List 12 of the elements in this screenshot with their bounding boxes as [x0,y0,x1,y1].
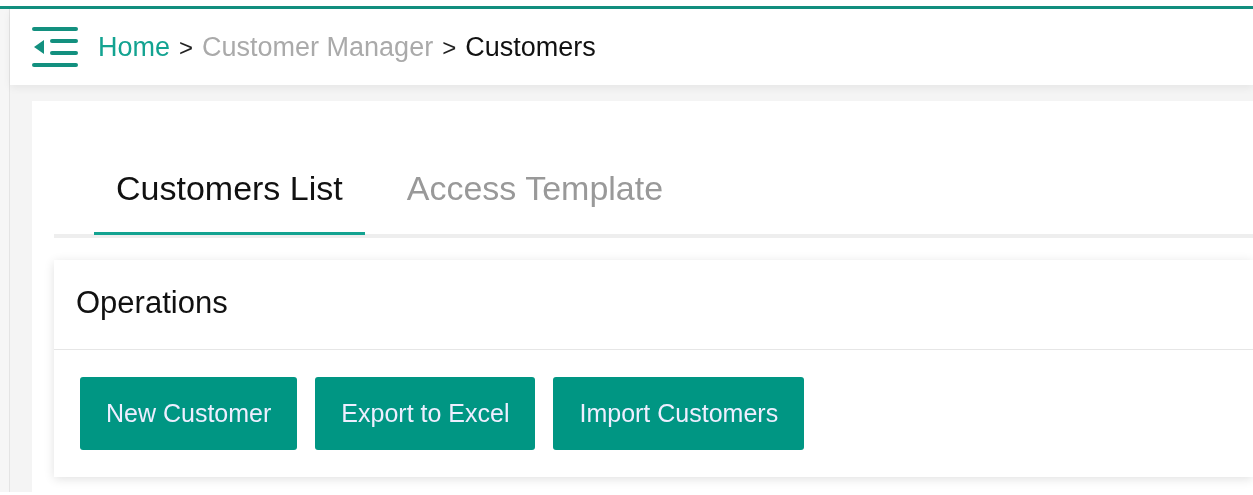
breadcrumb-item[interactable]: Customer Manager [202,26,434,68]
action-button[interactable]: New Customer [80,376,298,450]
card-title: Operations [54,260,1253,350]
tab[interactable]: Customers List [94,151,365,235]
action-button[interactable]: Export to Excel [315,376,536,450]
breadcrumb-separator: > [442,32,457,63]
tab[interactable]: Access Template [384,151,686,235]
menu-collapse-icon[interactable] [32,27,78,67]
breadcrumb-item: Customers [465,30,596,64]
breadcrumb-item[interactable]: Home [98,26,171,68]
action-button[interactable]: Import Customers [553,376,805,450]
breadcrumb-separator: > [179,32,194,63]
